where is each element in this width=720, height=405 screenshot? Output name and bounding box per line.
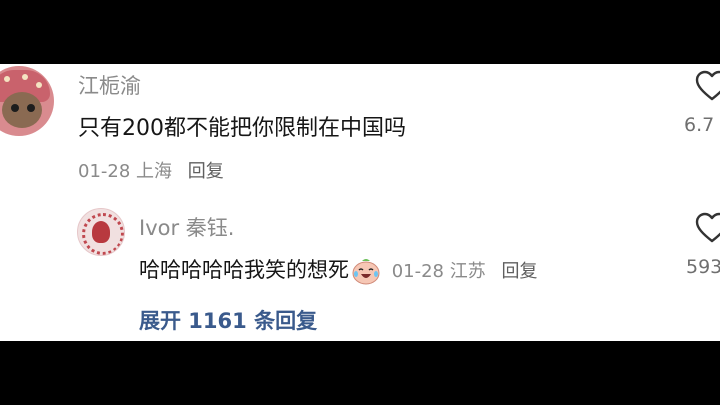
heart-outline-icon[interactable] [695, 70, 720, 102]
comment-date: 01-28 [78, 161, 131, 182]
heart-outline-icon[interactable] [695, 212, 720, 244]
commenter-avatar[interactable] [0, 66, 54, 136]
reply-text: 哈哈哈哈哈我笑的想死 [139, 258, 349, 282]
comment-text: 只有200都不能把你限制在中国吗 [78, 116, 406, 141]
expand-replies-button[interactable]: 展开 1161 条回复 [139, 305, 317, 335]
replier-avatar[interactable] [77, 208, 125, 256]
comment-like-count: 6.7 [684, 114, 715, 136]
comment-meta: 01-28 上海 回复 [78, 157, 224, 183]
reply-date: 01-28 [391, 261, 444, 282]
reply-reply-button[interactable]: 回复 [501, 261, 537, 282]
reply-content: 哈哈哈哈哈我笑的想死 01-28 江苏 回复 [139, 254, 537, 285]
commenter-username[interactable]: 江栀渝 [78, 70, 141, 100]
reply-location: 江苏 [449, 261, 486, 282]
comment-location: 上海 [136, 161, 173, 182]
reply-like-count: 593 [686, 256, 720, 278]
replier-username[interactable]: Ivor 秦钰. [139, 212, 234, 242]
comment-reply-button[interactable]: 回复 [188, 161, 224, 182]
reply-meta: 01-28 江苏 回复 [392, 261, 538, 282]
comment-panel: 江栀渝 只有200都不能把你限制在中国吗 01-28 上海 回复 6.7 Ivo… [0, 64, 720, 341]
laugh-cry-emoji [352, 259, 380, 285]
